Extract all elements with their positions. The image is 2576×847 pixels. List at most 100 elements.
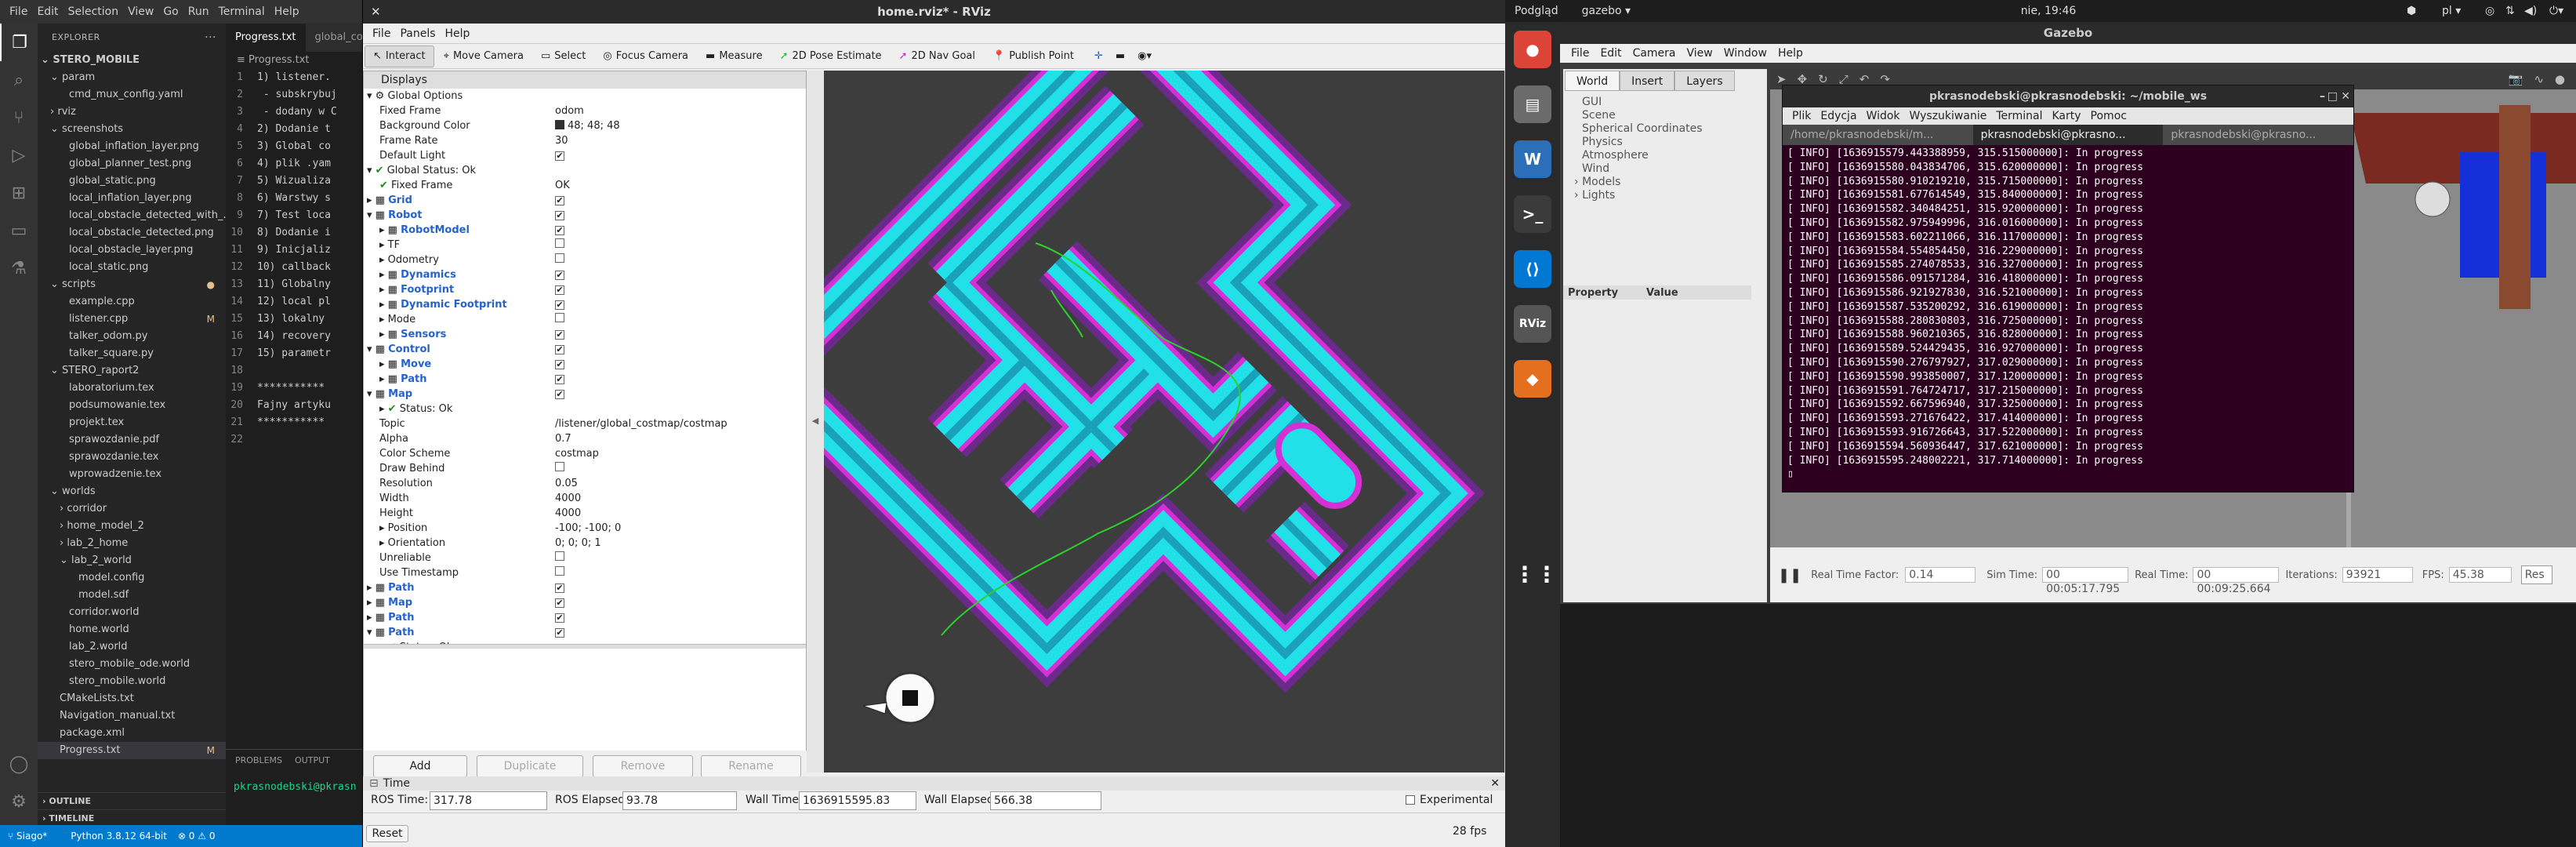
world-tree-item[interactable]: Scene [1563,109,1767,122]
duplicate-button[interactable]: Duplicate [477,755,583,777]
input-language[interactable]: pl ▾ [2442,5,2461,17]
dock-item[interactable]: ◆ [1505,351,1560,406]
terminal-output[interactable]: [ INFO] [1636915579.443388959, 315.51500… [1783,145,2353,483]
file-tree-item[interactable]: stero_mobile.world [38,673,226,690]
file-tree-item[interactable]: model.config [38,569,226,587]
gazebo-menu-camera[interactable]: Camera [1633,47,1676,60]
display-property[interactable]: Default Light ✔ [364,148,806,163]
dock-item[interactable]: ▤ [1505,77,1560,132]
menu-run[interactable]: Run [188,5,209,18]
dropbox-icon[interactable]: ⬢ [2407,5,2416,17]
file-tree-item[interactable]: ⌄ lab_2_world [38,552,226,569]
display-property[interactable]: ▾ ✔ Global Status: Ok [364,163,806,178]
checkbox[interactable]: ✔ [555,360,564,369]
display-property[interactable]: Width 4000 [364,491,806,506]
explorer-icon[interactable]: ❐ [0,24,38,61]
expand-down-icon[interactable]: ▾ [367,388,376,400]
terminal-prompt[interactable]: pkrasnodebski@pkrasn [226,770,362,793]
ros-elapsed-field[interactable]: 93.78 [622,791,737,810]
display-property[interactable]: ▾ ▦ Control ✔ [364,342,806,357]
tool-publish-point[interactable]: 📍 Publish Point [985,45,1082,67]
rviz-3d-view[interactable] [824,71,1504,772]
run-debug-icon[interactable]: ▷ [0,136,38,174]
display-property[interactable]: ▸ Orientation 0; 0; 0; 1 [364,536,806,551]
accessibility-icon[interactable]: ◎ [2485,5,2494,17]
terminal-menu-item[interactable]: Karty [2052,110,2081,122]
tool-2d-nav-goal[interactable]: ➚ 2D Nav Goal [891,45,983,67]
volume-icon[interactable]: ◀) [2524,5,2537,17]
python-interpreter[interactable]: Python 3.8.12 64-bit [71,831,167,842]
file-tree-item[interactable]: model.sdf [38,587,226,604]
workspace-root[interactable]: ⌄ STERO_MOBILE [38,52,226,69]
expand-right-icon[interactable]: ▸ [379,403,388,415]
display-property[interactable]: ▾ ▦ Path ✔ [364,625,806,640]
file-tree-item[interactable]: stero_mobile_ode.world [38,656,226,673]
file-tree-item[interactable]: local_inflation_layer.png [38,190,226,207]
file-tree-item[interactable]: wprowadzenie.tex [38,466,226,483]
file-tree-item[interactable]: › lab_2_home [38,535,226,552]
display-property[interactable]: ▾ ▦ Map ✔ [364,387,806,402]
property-value[interactable]: ✔ [555,327,806,342]
more-actions-icon[interactable]: ··· [205,24,216,52]
account-icon[interactable]: ◯ [0,745,38,783]
displays-tree[interactable]: ▾ ⚙ Global Options Fixed Frame odom Backg… [364,89,806,644]
checkbox[interactable] [555,253,564,263]
file-tree-item[interactable]: local_obstacle_detected_with_... [38,207,226,224]
expand-right-icon[interactable]: ▸ [379,224,388,236]
display-property[interactable]: ▸ ▦ Path ✔ [364,610,806,625]
property-value[interactable]: ✔ [555,357,806,372]
tool-options-icon[interactable]: ◉▾ [1137,50,1152,62]
time-close-icon[interactable]: ✕ [1490,777,1500,790]
world-tree-item[interactable]: Wind [1563,162,1767,176]
world-tree-item[interactable]: Physics [1563,136,1767,149]
source-control-icon[interactable]: ⑂ [0,99,38,136]
file-tree-item[interactable]: global_planner_test.png [38,155,226,173]
property-value[interactable] [555,461,806,476]
network-icon[interactable]: ⇅ [2505,5,2515,17]
testing-icon[interactable]: ⚗ [0,249,38,287]
tool-measure[interactable]: ▬ Measure [698,45,771,67]
tool-move-camera[interactable]: ⌖ Move Camera [436,45,532,67]
property-value[interactable] [555,238,806,253]
display-property[interactable]: ▸ ▦ RobotModel ✔ [364,223,806,238]
menu-help[interactable]: Help [274,5,299,18]
checkbox[interactable]: ✔ [555,390,564,399]
dock-item[interactable]: RViz [1505,296,1560,351]
expand-right-icon[interactable]: ▸ [379,284,388,296]
checkbox[interactable]: ✔ [555,271,564,280]
wall-time-field[interactable]: 1636915595.83 [799,791,916,810]
display-property[interactable]: ▸ ▦ Footprint ✔ [364,282,806,297]
terminal-menu-item[interactable]: Terminal [1996,110,2042,122]
display-property[interactable]: ✔ Fixed Frame OK [364,178,806,193]
tab-insert[interactable]: Insert [1620,71,1675,91]
property-value[interactable] [555,312,806,327]
terminal-menu-item[interactable]: Pomoc [2091,110,2127,122]
checkbox[interactable] [555,551,564,561]
menu-selection[interactable]: Selection [68,5,119,18]
clock[interactable]: nie, 19:46 [2021,5,2186,17]
file-tree-item[interactable]: sprawozdanie.pdf [38,431,226,449]
gazebo-menu-file[interactable]: File [1571,47,1589,60]
power-icon[interactable]: ⏻▾ [2549,5,2563,17]
display-property[interactable]: ▸ ▦ Path ✔ [364,372,806,387]
file-tree-item[interactable]: › corridor [38,500,226,518]
time-collapse-icon[interactable]: ⊟ [369,777,379,790]
rviz-menu-help[interactable]: Help [445,27,470,40]
file-tree-item[interactable]: global_static.png [38,173,226,190]
display-property[interactable]: Resolution 0.05 [364,476,806,491]
display-property[interactable]: ▸ Odometry [364,253,806,267]
expand-down-icon[interactable]: ▾ [367,344,376,355]
timeline-section[interactable]: › TIMELINE [38,809,226,827]
checkbox[interactable] [555,462,564,471]
menu-view[interactable]: View [128,5,154,18]
problems-count[interactable]: ⊗ 0 ⚠ 0 [178,831,216,842]
expand-down-icon[interactable]: ▾ [367,209,376,221]
gazebo-menu-help[interactable]: Help [1778,47,1803,60]
gazebo-menu-edit[interactable]: Edit [1600,47,1621,60]
gazebo-menu-view[interactable]: View [1687,47,1713,60]
remove-button[interactable]: Remove [593,755,693,777]
world-tree-item[interactable]: › Models [1563,176,1767,189]
add-tool-icon[interactable]: ✛ [1094,50,1103,62]
display-property[interactable]: Background Color 48; 48; 48 [364,118,806,133]
file-tree-item[interactable]: package.xml [38,725,226,742]
